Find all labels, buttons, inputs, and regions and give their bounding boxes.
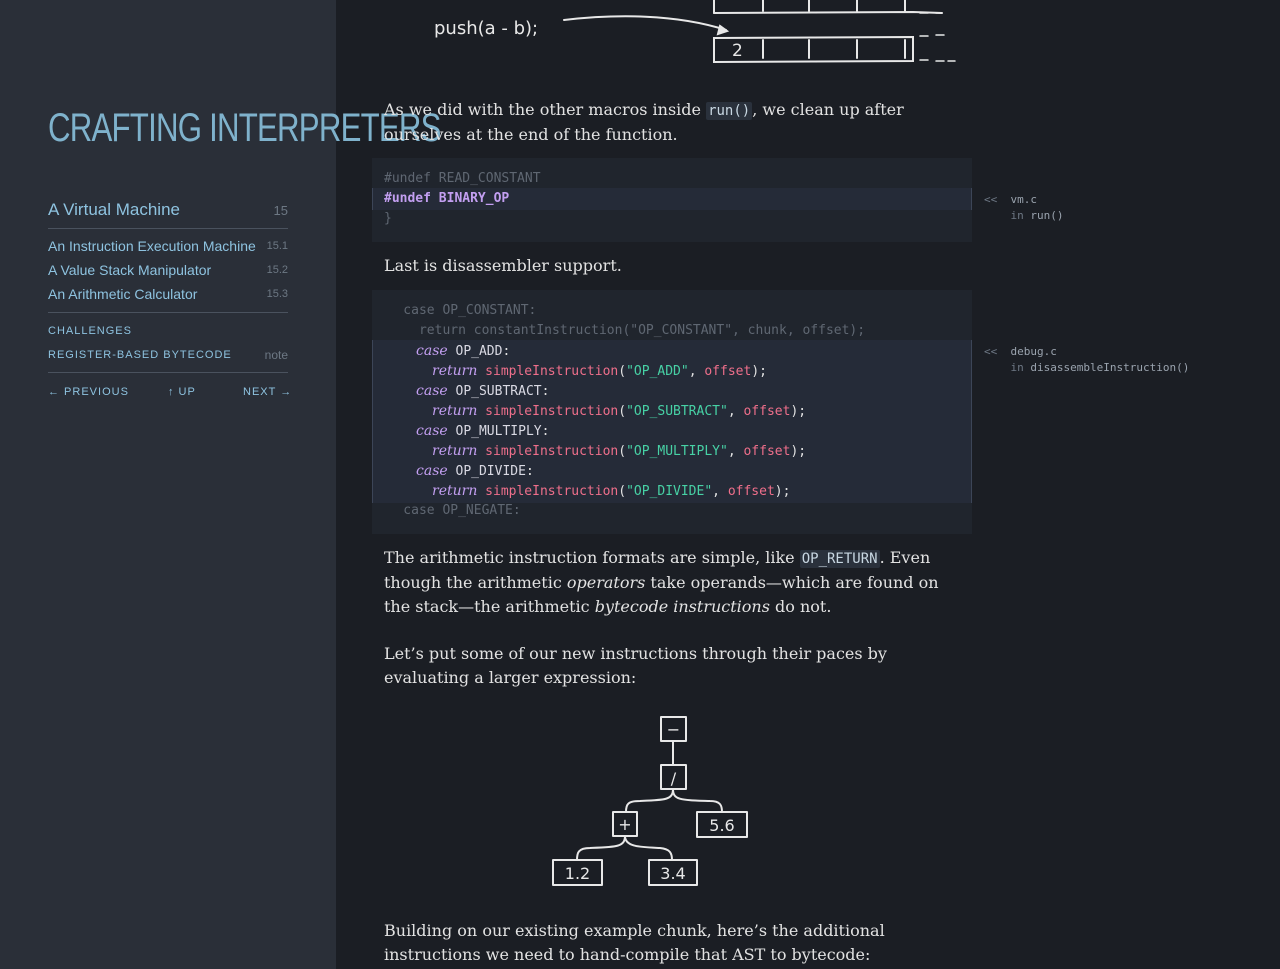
keyword: return <box>432 403 478 419</box>
sidebar: CRAFTING INTERPRETERS A Virtual Machine … <box>0 0 441 969</box>
parameter: offset <box>743 404 791 419</box>
function-call: simpleInstruction <box>485 484 619 499</box>
keyword: return <box>432 443 478 459</box>
inline-code: run() <box>706 102 753 120</box>
chapter-link[interactable]: A Virtual Machine 15 <box>48 198 288 229</box>
paragraph: Last is disassembler support. <box>384 256 622 275</box>
code-line-added: case OP_MULTIPLY: <box>416 423 550 439</box>
section-link[interactable]: An Instruction Execution Machine 15.1 <box>48 238 288 258</box>
keyword: case <box>416 383 448 399</box>
code-line-added: case OP_SUBTRACT: <box>416 383 550 399</box>
paragraph: The arithmetic instruction formats are s… <box>384 546 964 619</box>
string-literal: "OP_SUBTRACT" <box>626 404 728 419</box>
function-call: simpleInstruction <box>485 444 619 459</box>
code-line-added: #undef BINARY_OP <box>384 191 510 206</box>
design-note-link[interactable]: REGISTER-BASED BYTECODE <box>48 349 232 361</box>
section-number: 15.1 <box>266 240 288 252</box>
challenges-link[interactable]: CHALLENGES <box>48 325 132 337</box>
previous-link[interactable]: ← PREVIOUS <box>48 386 129 398</box>
code-location-vm: << vm.c in run() <box>984 192 1064 224</box>
ast-node-add: + <box>618 815 631 834</box>
code-line-context: case OP_NEGATE: <box>372 503 521 518</box>
in-label: in <box>1010 361 1024 374</box>
ast-node-subtract: − <box>667 720 680 739</box>
file-name: vm.c <box>1010 193 1038 206</box>
chapter-number: 15 <box>273 203 288 218</box>
keyword: case <box>416 423 448 439</box>
code-line-added: case OP_ADD: <box>416 343 511 359</box>
keyword: case <box>416 343 448 359</box>
section-title[interactable]: A Value Stack Manipulator <box>48 262 211 278</box>
section-link[interactable]: An Arithmetic Calculator 15.3 <box>48 286 288 306</box>
chevron-left-icon: << <box>984 193 998 206</box>
divider <box>48 372 288 373</box>
section-number: 15.3 <box>266 288 288 300</box>
emphasis: operators <box>566 573 646 592</box>
inline-code: OP_RETURN <box>799 550 880 568</box>
stack-diagram: push(a - b); 2 <box>434 0 956 64</box>
ast-node-divide: / <box>671 769 677 788</box>
code-block-vm: #undef READ_CONSTANT #undef BINARY_OP } <box>372 158 972 242</box>
text: The arithmetic instruction formats are s… <box>384 548 800 567</box>
parameter: offset <box>727 484 775 499</box>
paragraph: Let’s put some of our new instructions t… <box>384 644 887 687</box>
divider <box>48 312 288 313</box>
code-line-context: case OP_CONSTANT: <box>372 303 537 318</box>
code-line-added: return simpleInstruction("OP_MULTIPLY", … <box>432 443 807 459</box>
up-link[interactable]: ↑ UP <box>168 386 196 398</box>
paragraph: As we did with the other macros inside r… <box>384 98 964 147</box>
function-call: simpleInstruction <box>485 364 619 379</box>
code-line-added: return simpleInstruction("OP_ADD", offse… <box>432 363 767 379</box>
section-link[interactable]: A Value Stack Manipulator 15.2 <box>48 262 288 282</box>
next-link[interactable]: NEXT → <box>243 386 292 398</box>
code-line-added: return simpleInstruction("OP_DIVIDE", of… <box>432 483 791 499</box>
code-block-debug: case OP_CONSTANT: return constantInstruc… <box>372 290 972 534</box>
section-title[interactable]: An Arithmetic Calculator <box>48 286 197 302</box>
keyword: return <box>432 363 478 379</box>
file-name: debug.c <box>1010 345 1057 358</box>
identifier: OP_SUBTRACT <box>455 384 542 399</box>
string-literal: "OP_ADD" <box>626 364 689 379</box>
code-location-debug: << debug.c in disassembleInstruction() <box>984 344 1189 376</box>
parameter: offset <box>743 444 791 459</box>
ast-diagram: − / + 5.6 1.2 3.4 <box>552 716 748 886</box>
identifier: OP_MULTIPLY <box>455 424 542 439</box>
section-title[interactable]: An Instruction Execution Machine <box>48 238 256 254</box>
string-literal: "OP_DIVIDE" <box>626 484 713 499</box>
text: do not. <box>769 597 832 616</box>
code-line-context: return constantInstruction("OP_CONSTANT"… <box>372 323 866 338</box>
string-literal: "OP_MULTIPLY" <box>626 444 728 459</box>
keyword: return <box>432 483 478 499</box>
function-name: disassembleInstruction() <box>1030 361 1190 374</box>
code-line-context: } <box>384 211 392 226</box>
keyword: case <box>416 463 448 479</box>
text: As we did with the other macros inside <box>384 100 707 119</box>
in-label: in <box>1010 209 1024 222</box>
ast-node-literal: 5.6 <box>709 816 734 835</box>
identifier: OP_ADD <box>455 344 503 359</box>
code-line-context: #undef READ_CONSTANT <box>384 171 541 186</box>
emphasis: bytecode instructions <box>594 597 770 616</box>
function-call: simpleInstruction <box>485 404 619 419</box>
site-logo[interactable]: CRAFTING INTERPRETERS <box>48 104 441 152</box>
section-number: 15.2 <box>266 264 288 276</box>
design-note-label: note <box>264 348 288 362</box>
push-code-label: push(a - b); <box>434 18 538 39</box>
paragraph: Building on our existing example chunk, … <box>384 921 885 964</box>
identifier: OP_DIVIDE <box>455 464 526 479</box>
stack-cell-value: 2 <box>732 41 743 61</box>
parameter: offset <box>704 364 752 379</box>
chapter-title[interactable]: A Virtual Machine <box>48 200 180 220</box>
function-name: run() <box>1030 209 1064 222</box>
chevron-left-icon: << <box>984 345 998 358</box>
ast-node-literal: 1.2 <box>565 864 590 883</box>
ast-node-literal: 3.4 <box>660 864 685 883</box>
code-line-added: case OP_DIVIDE: <box>416 463 534 479</box>
code-line-added: return simpleInstruction("OP_SUBTRACT", … <box>432 403 807 419</box>
